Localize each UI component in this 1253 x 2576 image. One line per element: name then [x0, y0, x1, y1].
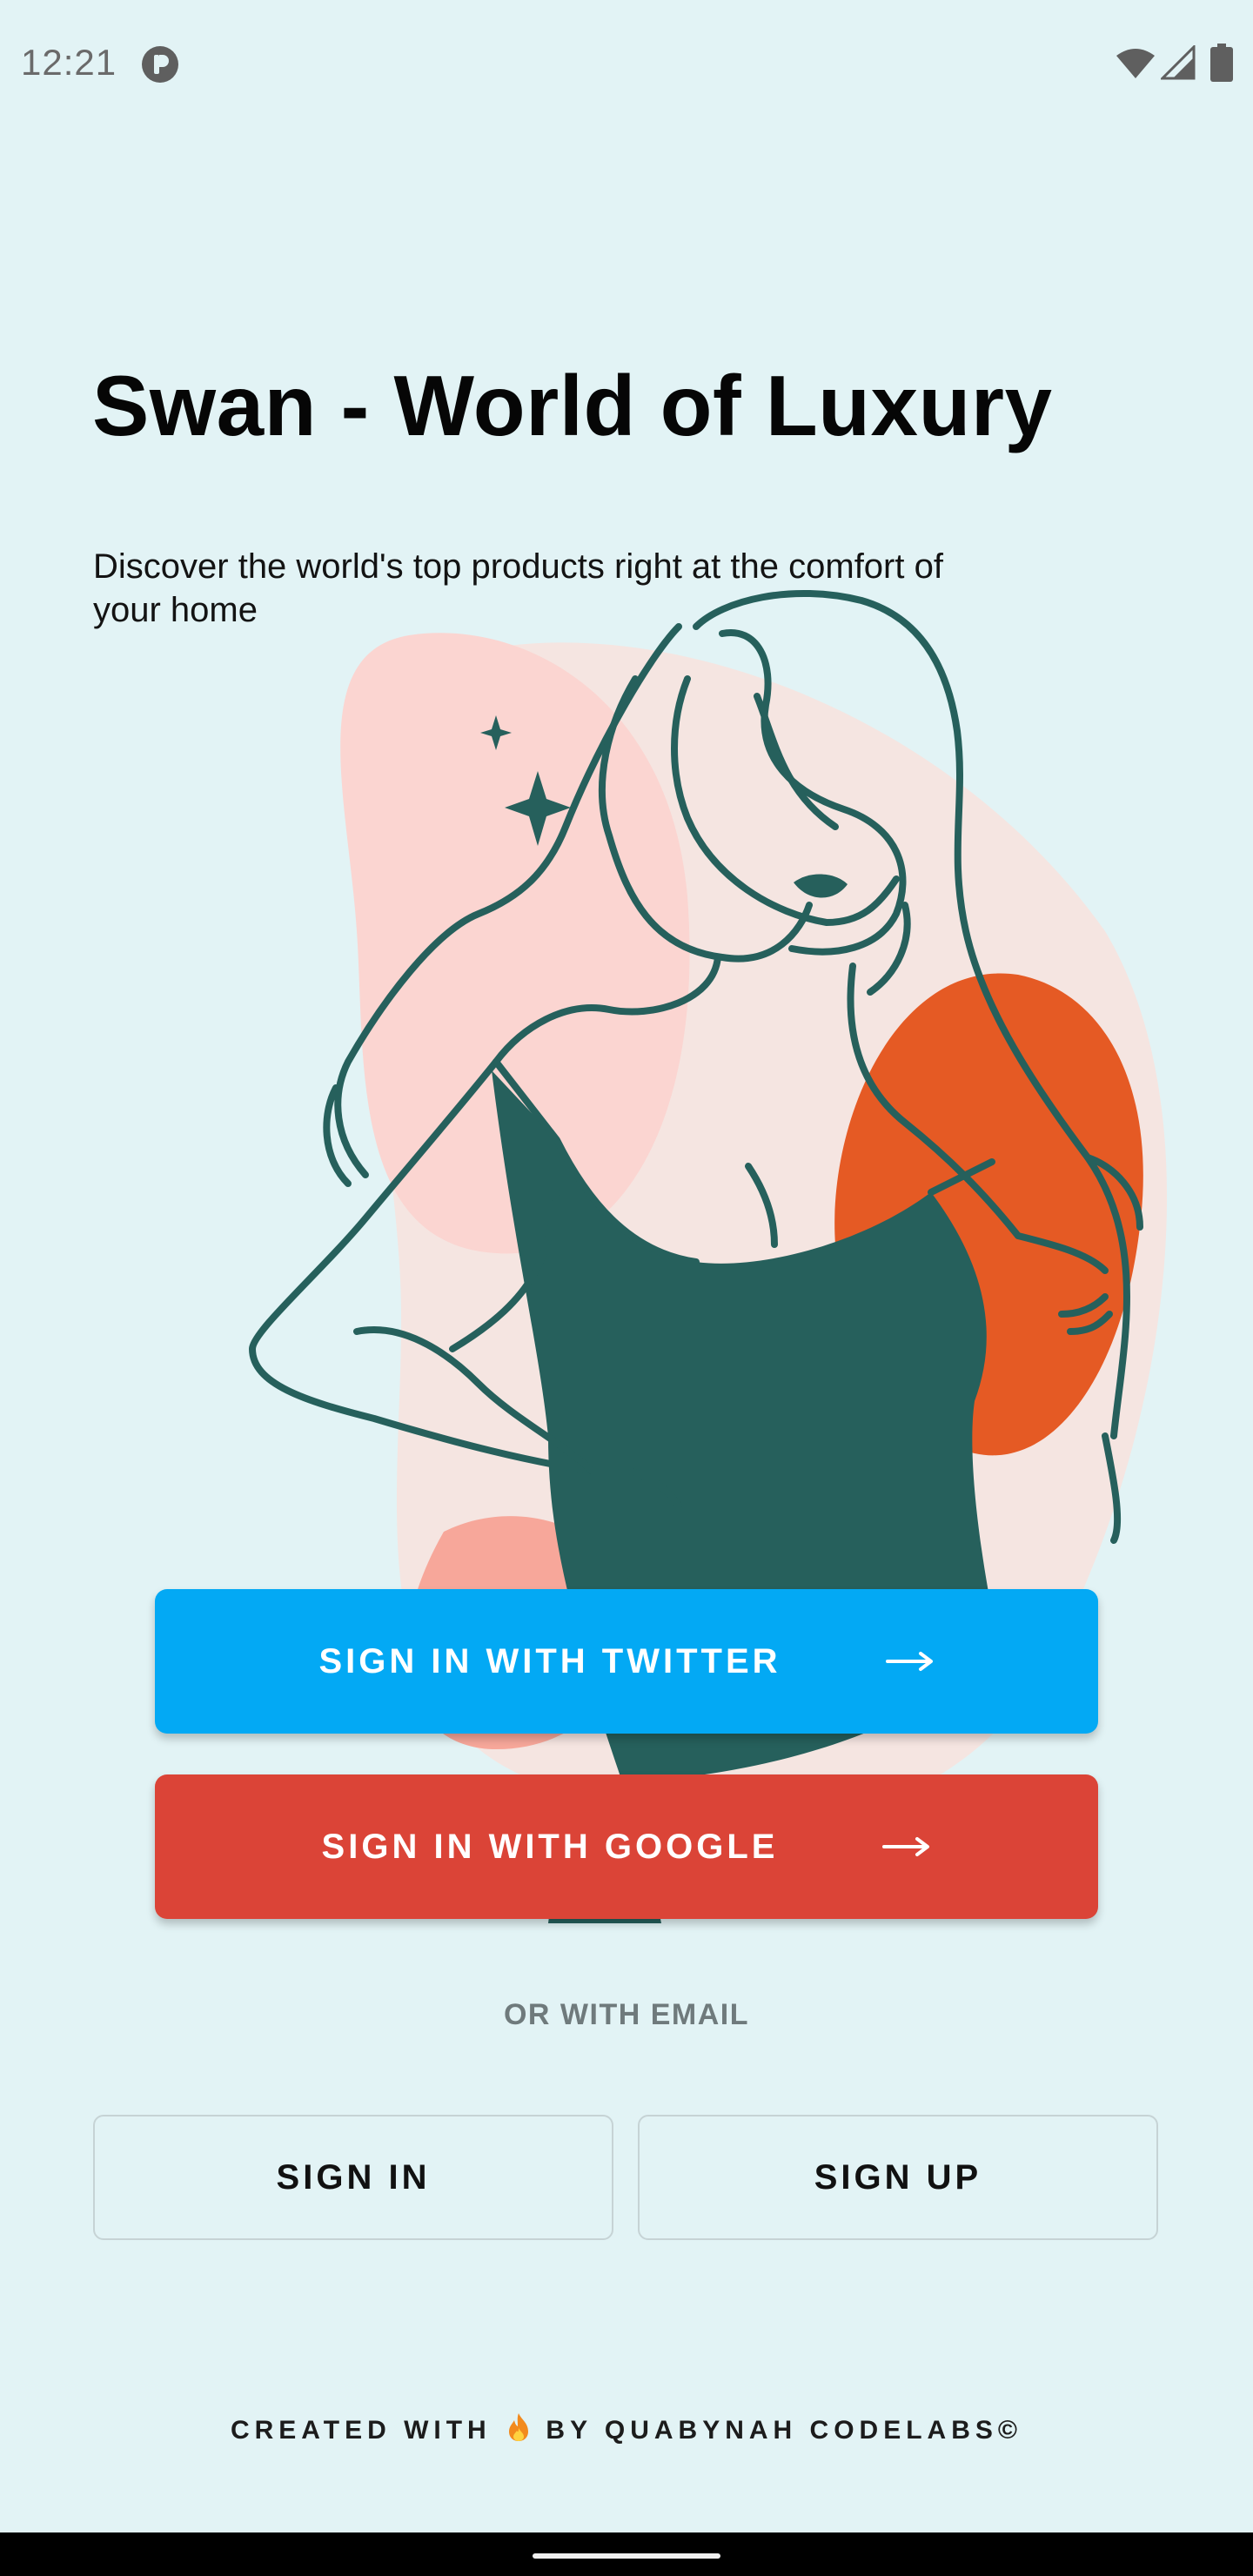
status-bar: 12:21 — [0, 0, 1253, 127]
page-title: Swan - World of Luxury — [92, 358, 1053, 453]
footer-suffix: BY QUABYNAH CODELABS© — [546, 2416, 1023, 2445]
twitter-button-label: SIGN IN WITH TWITTER — [318, 1641, 781, 1680]
or-with-email-divider: OR WITH EMAIL — [503, 1998, 750, 2031]
sign-in-button[interactable]: SIGN IN — [93, 2115, 613, 2240]
footer-credit: CREATED WITH BY QUABYNAH CODELABS© — [0, 2412, 1253, 2445]
sign-in-with-twitter-button[interactable]: SIGN IN WITH TWITTER — [155, 1589, 1098, 1734]
footer-prefix: CREATED WITH — [230, 2416, 492, 2445]
battery-icon — [1210, 44, 1233, 82]
cell-signal-icon — [1161, 45, 1196, 80]
page-subtitle: Discover the world's top products right … — [93, 547, 943, 629]
home-gesture-handle[interactable] — [533, 2553, 720, 2559]
status-time: 12:21 — [21, 42, 117, 83]
arrow-right-icon — [885, 1652, 933, 1671]
app-notification-icon — [142, 46, 178, 83]
fire-icon — [509, 2413, 529, 2441]
arrow-right-icon — [882, 1837, 930, 1856]
wifi-icon — [1116, 49, 1155, 78]
hero-illustration — [249, 589, 1168, 1923]
system-navigation-bar — [0, 2532, 1253, 2576]
sign-in-with-google-button[interactable]: SIGN IN WITH GOOGLE — [155, 1774, 1098, 1919]
sign-up-button[interactable]: SIGN UP — [638, 2115, 1158, 2240]
google-button-label: SIGN IN WITH GOOGLE — [321, 1827, 779, 1866]
